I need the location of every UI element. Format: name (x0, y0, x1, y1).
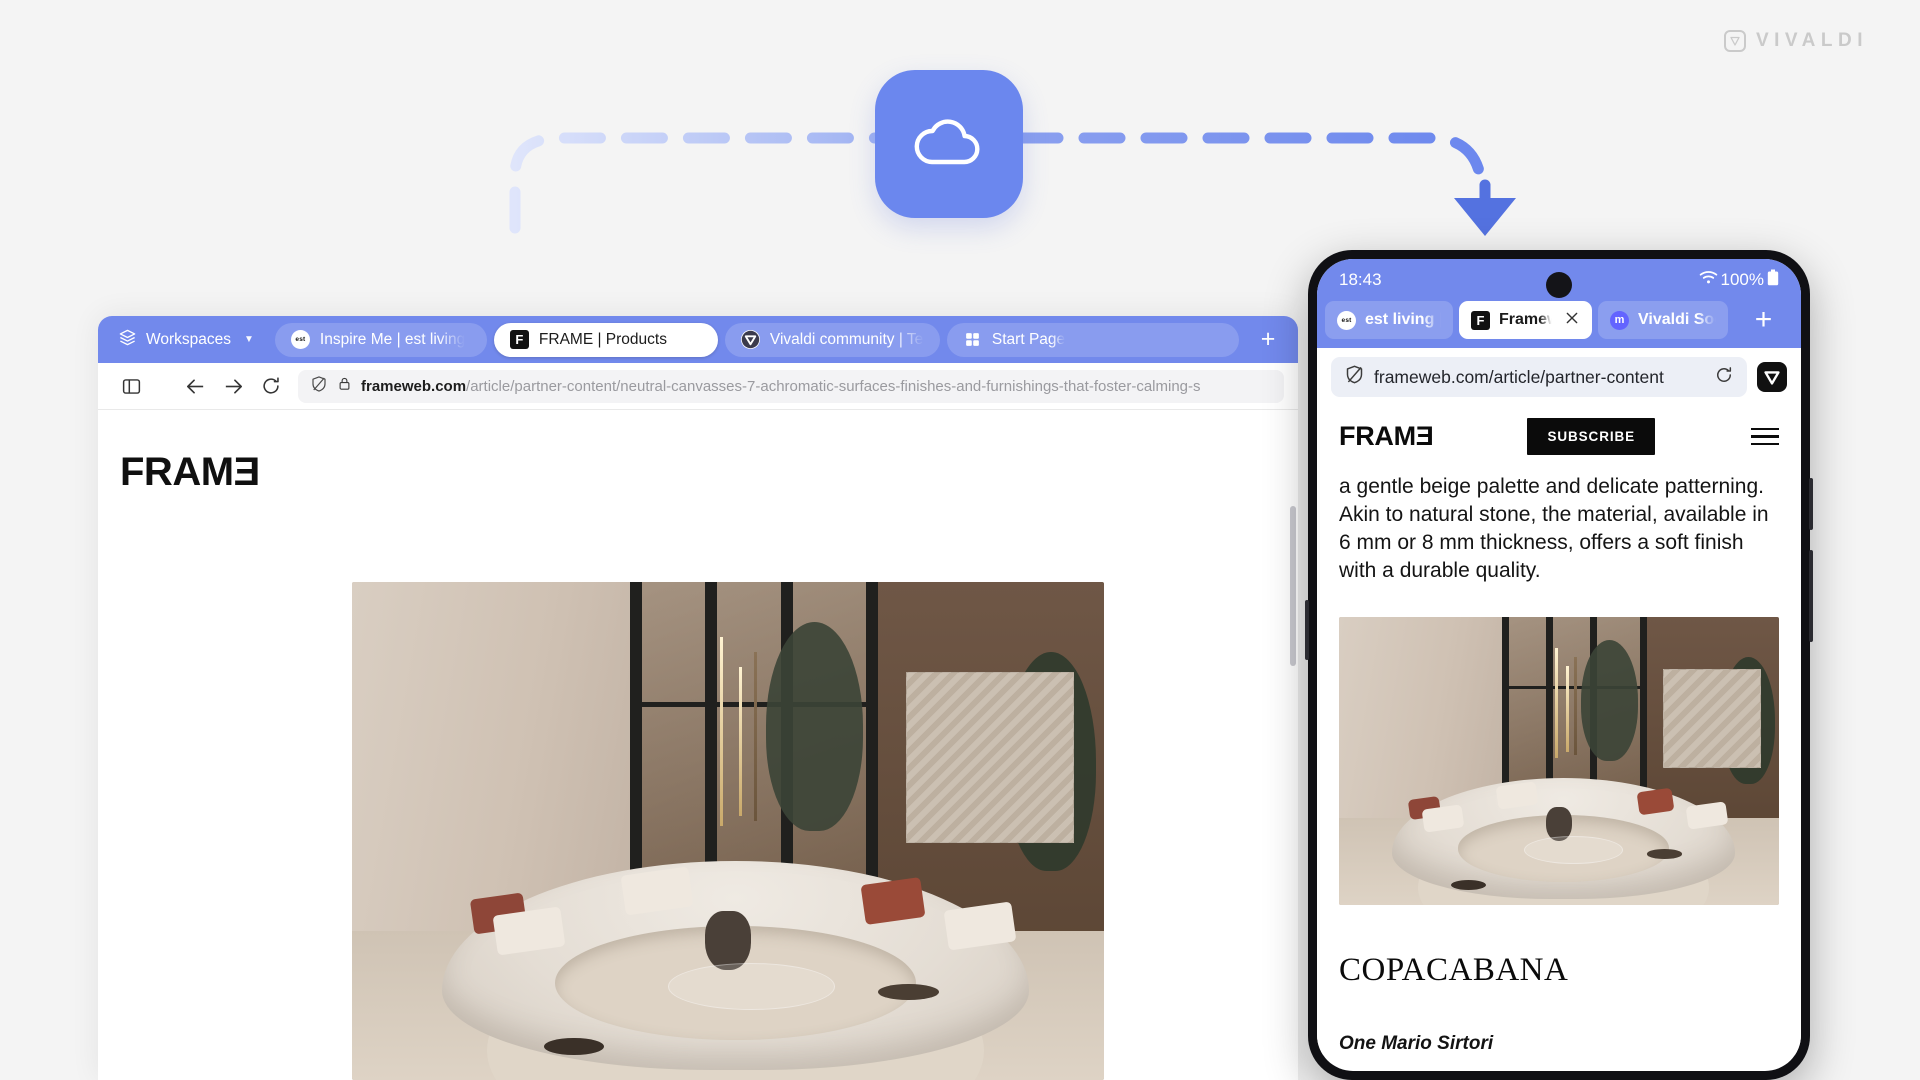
arrow-right-icon[interactable] (214, 367, 252, 405)
desktop-web-content: FRAME (98, 410, 1298, 1080)
mobile-phone-device: 18:43 100% est est living F Framew m Viv… (1305, 250, 1813, 1080)
cloud-sync-tile (875, 70, 1023, 218)
tab-label: Vivaldi Soci (1638, 311, 1716, 328)
vivaldi-wordmark: VIVALDI (1755, 30, 1868, 51)
tab-label: Inspire Me | est living (319, 330, 466, 348)
est-favicon: est (290, 330, 310, 349)
article-paragraph: a gentle beige palette and delicate patt… (1339, 475, 1769, 582)
mobile-tab-est-living[interactable]: est est living | e (1325, 301, 1453, 339)
tab-label: FRAME | Products (538, 330, 667, 348)
vivaldi-shield-icon (1723, 30, 1746, 52)
wifi-icon (1699, 270, 1718, 290)
mobile-browser-chrome: 18:43 100% est est living F Framew m Viv… (1317, 259, 1801, 348)
phone-screen: 18:43 100% est est living F Framew m Viv… (1317, 259, 1801, 1071)
battery-full-icon (1767, 269, 1779, 291)
mobile-article-hero-image (1339, 616, 1779, 905)
mobile-article-body: a gentle beige palette and delicate patt… (1317, 473, 1801, 1055)
url-bar[interactable]: frameweb.com/article/partner-content/neu… (298, 369, 1284, 403)
frame-logo-reversed-e: E (1415, 421, 1434, 451)
panel-toggle-icon[interactable] (112, 367, 150, 405)
subscribe-button[interactable]: SUBSCRIBE (1527, 418, 1656, 455)
new-tab-button[interactable]: + (1246, 327, 1290, 352)
vivaldi-logo-icon[interactable] (1757, 362, 1787, 392)
desktop-browser-window: Workspaces ▼ est Inspire Me | est living… (98, 316, 1298, 1080)
frame-site-logo: FRAME (98, 410, 1298, 495)
frame-favicon: F (509, 330, 529, 349)
tab-est-living[interactable]: est Inspire Me | est living (274, 322, 487, 357)
article-hero-image (352, 582, 1104, 1080)
reload-icon[interactable] (252, 367, 290, 405)
interior-photo-illustration (352, 582, 1104, 1080)
status-indicators: 100% (1699, 269, 1779, 291)
mobile-tab-bar: est est living | e F Framewe (1317, 301, 1801, 339)
frame-favicon: F (1471, 310, 1490, 330)
mobile-address-bar: frameweb.com/article/partner-content (1317, 348, 1801, 406)
mobile-url-text: frameweb.com/article/partner-content (1374, 366, 1664, 387)
url-text: frameweb.com/article/partner-content/neu… (361, 378, 1201, 395)
chevron-down-icon: ▼ (244, 334, 254, 345)
page-scrollbar[interactable] (1290, 506, 1296, 666)
mobile-web-content: FRAME SUBSCRIBE a gentle beige palette a… (1317, 406, 1801, 1055)
cloud-icon (911, 112, 987, 177)
reload-icon[interactable] (1714, 365, 1734, 390)
screenshot-stage: VIVALDI Workspaces ▼ est Inspire Me | es… (0, 0, 1920, 1080)
desktop-address-bar: frameweb.com/article/partner-content/neu… (98, 363, 1298, 410)
frame-site-logo[interactable]: FRAME (1339, 421, 1434, 452)
phone-power-button (1809, 550, 1813, 642)
tab-frame-products[interactable]: F FRAME | Products (493, 322, 718, 357)
article-heading: COPACABANA (1339, 951, 1569, 988)
mobile-tab-frameweb[interactable]: F Framewe (1459, 301, 1592, 339)
url-host: frameweb.com (361, 377, 467, 395)
vivaldi-brand-mark: VIVALDI (1723, 30, 1868, 52)
frame-logo-text: FRAM (120, 450, 234, 494)
tab-vivaldi-community[interactable]: Vivaldi community | Tech f (724, 322, 940, 357)
tab-label: Vivaldi community | Tech f (769, 330, 924, 348)
desktop-tab-bar: Workspaces ▼ est Inspire Me | est living… (98, 316, 1298, 363)
est-favicon: est (1337, 310, 1356, 330)
front-camera-notch (1546, 272, 1572, 298)
close-icon[interactable] (1564, 310, 1580, 331)
ad-blocker-shield-icon[interactable] (1344, 364, 1365, 390)
padlock-icon (337, 376, 352, 396)
arrow-left-icon[interactable] (176, 367, 214, 405)
status-time: 18:43 (1339, 270, 1382, 289)
mobile-tab-vivaldi-social[interactable]: m Vivaldi Soci (1598, 301, 1728, 339)
battery-percent-label: 100% (1720, 270, 1764, 289)
phone-volume-button (1809, 478, 1813, 530)
url-path: /article/partner-content/neutral-canvass… (466, 377, 1201, 395)
grid-icon (963, 330, 982, 349)
tab-label: est living | e (1365, 311, 1441, 328)
tab-label: Start Page (991, 330, 1066, 348)
workspaces-label: Workspaces (146, 330, 231, 348)
mobile-new-tab-button[interactable]: + (1734, 305, 1793, 335)
vivaldi-favicon (740, 330, 760, 349)
layers-icon (118, 328, 137, 352)
phone-status-bar: 18:43 100% (1317, 259, 1801, 301)
frame-logo-reversed-e: E (233, 450, 260, 494)
tab-start-page[interactable]: Start Page (946, 322, 1239, 357)
workspaces-button[interactable]: Workspaces ▼ (106, 323, 268, 357)
mobile-site-header: FRAME SUBSCRIBE (1317, 406, 1801, 469)
mobile-url-bar[interactable]: frameweb.com/article/partner-content (1331, 357, 1747, 397)
interior-photo-illustration (1339, 616, 1779, 905)
frame-logo-text: FRAM (1339, 421, 1416, 451)
tab-label: Framewe (1499, 311, 1555, 328)
article-byline: One Mario Sirtori (1339, 1032, 1494, 1054)
hamburger-menu-icon[interactable] (1749, 424, 1779, 450)
ad-blocker-shield-icon[interactable] (310, 375, 328, 398)
phone-left-button (1305, 600, 1309, 660)
mastodon-favicon: m (1610, 310, 1629, 330)
